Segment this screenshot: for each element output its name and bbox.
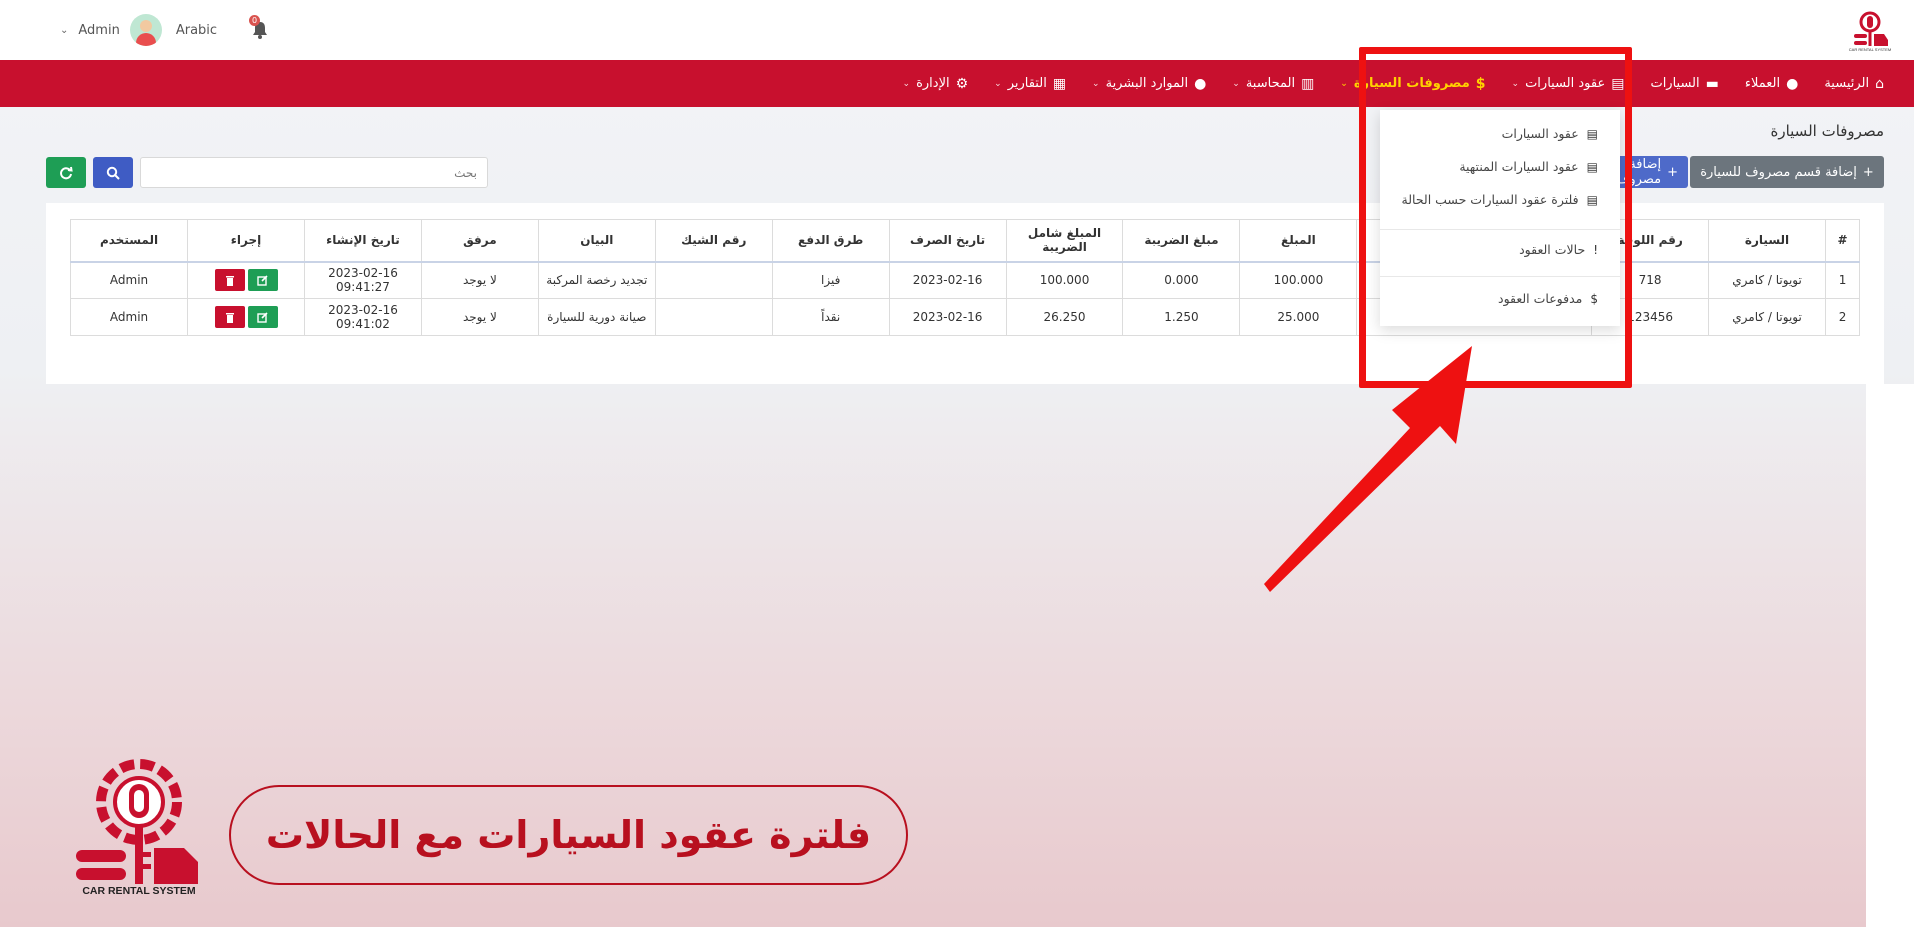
table-cell: 2023-02-16 bbox=[888, 261, 1007, 299]
nav-label: الإدارة bbox=[916, 76, 950, 91]
table-cell: 2023-02-16 09:41:27 bbox=[304, 261, 422, 299]
nav-item-accounting[interactable]: ▥ المحاسبة ⌄ bbox=[1232, 76, 1314, 92]
search-icon bbox=[106, 166, 120, 180]
chevron-down-icon: ⌄ bbox=[1340, 78, 1348, 89]
col-header: # bbox=[1825, 219, 1860, 263]
gear-icon: ⚙ bbox=[955, 75, 969, 92]
trash-icon bbox=[225, 312, 234, 323]
chevron-down-icon: ⌄ bbox=[994, 78, 1002, 89]
car-icon: ▬ bbox=[1705, 75, 1719, 92]
col-header: المستخدم bbox=[69, 219, 189, 263]
table-cell bbox=[654, 298, 773, 336]
chevron-down-icon: ⌄ bbox=[1092, 78, 1100, 89]
col-header: مرفق bbox=[420, 219, 539, 263]
col-header: إجراء bbox=[187, 219, 305, 263]
table-cell: 1 bbox=[1825, 261, 1860, 299]
trash-icon bbox=[225, 275, 234, 286]
notification-bell-icon[interactable]: 0 bbox=[249, 15, 271, 41]
page-title: مصروفات السيارة bbox=[1770, 122, 1884, 140]
table-cell: صيانة دورية للسيارة bbox=[537, 298, 656, 336]
col-header: السيارة bbox=[1708, 219, 1827, 263]
chevron-down-icon: ⌄ bbox=[902, 78, 911, 89]
col-header: طرق الدفع bbox=[771, 219, 890, 263]
table-cell: فيزا bbox=[771, 261, 890, 299]
nav-item-reports[interactable]: ▦ التقارير ⌄ bbox=[994, 76, 1066, 92]
search-button[interactable] bbox=[93, 157, 133, 188]
action-cell bbox=[187, 261, 305, 299]
table-cell: 1.250 bbox=[1122, 298, 1241, 336]
chart-icon: ▦ bbox=[1052, 75, 1067, 92]
edit-icon bbox=[257, 275, 268, 286]
refresh-button[interactable] bbox=[46, 157, 86, 188]
col-header: تاريخ الصرف bbox=[888, 219, 1007, 263]
col-header: رقم الشيك bbox=[654, 219, 773, 263]
svg-text:CAR RENTAL SYSTEM: CAR RENTAL SYSTEM bbox=[1849, 47, 1891, 52]
col-header: مبلغ الضريبة bbox=[1122, 219, 1241, 263]
avatar[interactable] bbox=[129, 14, 162, 46]
chevron-down-icon: ⌄ bbox=[1232, 78, 1240, 89]
table-cell: 2023-02-16 bbox=[888, 298, 1007, 336]
banner-text: فلترة عقود السيارات مع الحالات bbox=[265, 813, 872, 857]
users-icon: ● bbox=[1194, 75, 1207, 92]
logo-icon[interactable]: CAR RENTAL SYSTEM bbox=[1848, 8, 1892, 52]
nav-item-hr[interactable]: ● الموارد البشرية ⌄ bbox=[1092, 76, 1206, 92]
action-cell bbox=[187, 298, 305, 336]
table-cell: لا يوجد bbox=[420, 261, 539, 299]
logo-caption: CAR RENTAL SYSTEM bbox=[82, 885, 196, 897]
edit-icon bbox=[257, 311, 268, 323]
chevron-down-icon[interactable]: ⌄ bbox=[60, 25, 68, 36]
highlight-annotation bbox=[1359, 47, 1632, 388]
edit-button[interactable] bbox=[247, 269, 278, 292]
delete-button[interactable] bbox=[214, 269, 245, 292]
button-label: إضافة قسم مصروف للسيارة bbox=[1700, 164, 1857, 180]
table-cell bbox=[654, 261, 773, 299]
plus-icon: + bbox=[1862, 164, 1874, 180]
table-cell: Admin bbox=[69, 261, 189, 299]
bank-icon: ▥ bbox=[1301, 75, 1315, 92]
nav-label: السيارات bbox=[1650, 76, 1700, 91]
nav-item-home[interactable]: ⌂ الرئيسية bbox=[1824, 76, 1884, 92]
edit-button[interactable] bbox=[247, 306, 278, 328]
col-header: تاريخ الإنشاء bbox=[304, 219, 422, 263]
user-icon: ● bbox=[1786, 75, 1799, 92]
table-cell: 25.000 bbox=[1239, 298, 1358, 336]
table-cell: 100.000 bbox=[1005, 261, 1124, 299]
arrow-annotation-icon bbox=[1264, 346, 1472, 592]
home-icon: ⌂ bbox=[1875, 75, 1884, 92]
nav-item-cars[interactable]: ▬ السيارات bbox=[1650, 76, 1718, 92]
table-cell: 100.000 bbox=[1239, 261, 1358, 299]
nav-label: التقارير bbox=[1007, 76, 1047, 91]
table-cell: نقداً bbox=[771, 298, 890, 336]
nav-label: الرئيسية bbox=[1824, 76, 1870, 91]
col-header: المبلغ bbox=[1239, 219, 1358, 263]
table-cell: لا يوجد bbox=[420, 298, 539, 336]
table-cell: تويوتا / كامري bbox=[1708, 298, 1827, 336]
table-cell: 0.000 bbox=[1122, 261, 1241, 299]
delete-button[interactable] bbox=[214, 306, 245, 328]
nav-label: العملاء bbox=[1744, 76, 1781, 91]
nav-item-admin[interactable]: ⚙ الإدارة ⌄ bbox=[903, 76, 969, 92]
plus-icon: + bbox=[1667, 164, 1678, 180]
col-header: المبلغ شامل الضريبة bbox=[1005, 219, 1124, 263]
car-rental-logo-icon bbox=[76, 759, 198, 884]
nav-label: المحاسبة bbox=[1245, 76, 1296, 91]
user-name[interactable]: Admin bbox=[78, 23, 119, 38]
table-cell: تجديد رخصة المركبة bbox=[537, 261, 656, 299]
feature-banner: فلترة عقود السيارات مع الحالات bbox=[229, 785, 908, 885]
nav-label: الموارد البشرية bbox=[1105, 76, 1189, 91]
table-cell: Admin bbox=[69, 298, 189, 336]
table-cell: 2 bbox=[1825, 298, 1860, 336]
language-switch[interactable]: Arabic bbox=[176, 23, 217, 38]
col-header: البيان bbox=[537, 219, 656, 263]
table-cell: تويوتا / كامري bbox=[1708, 261, 1827, 299]
notification-badge: 0 bbox=[249, 15, 261, 26]
table-cell: 26.250 bbox=[1005, 298, 1124, 336]
search-input[interactable] bbox=[140, 157, 488, 188]
page-edge bbox=[1866, 384, 1914, 927]
table-cell: 2023-02-16 09:41:02 bbox=[304, 298, 422, 336]
user-area: ⌄ Admin Arabic 0 bbox=[60, 14, 271, 46]
add-expense-category-button[interactable]: + إضافة قسم مصروف للسيارة bbox=[1690, 156, 1884, 188]
nav-item-customers[interactable]: ● العملاء bbox=[1745, 76, 1798, 92]
refresh-icon bbox=[60, 166, 73, 179]
